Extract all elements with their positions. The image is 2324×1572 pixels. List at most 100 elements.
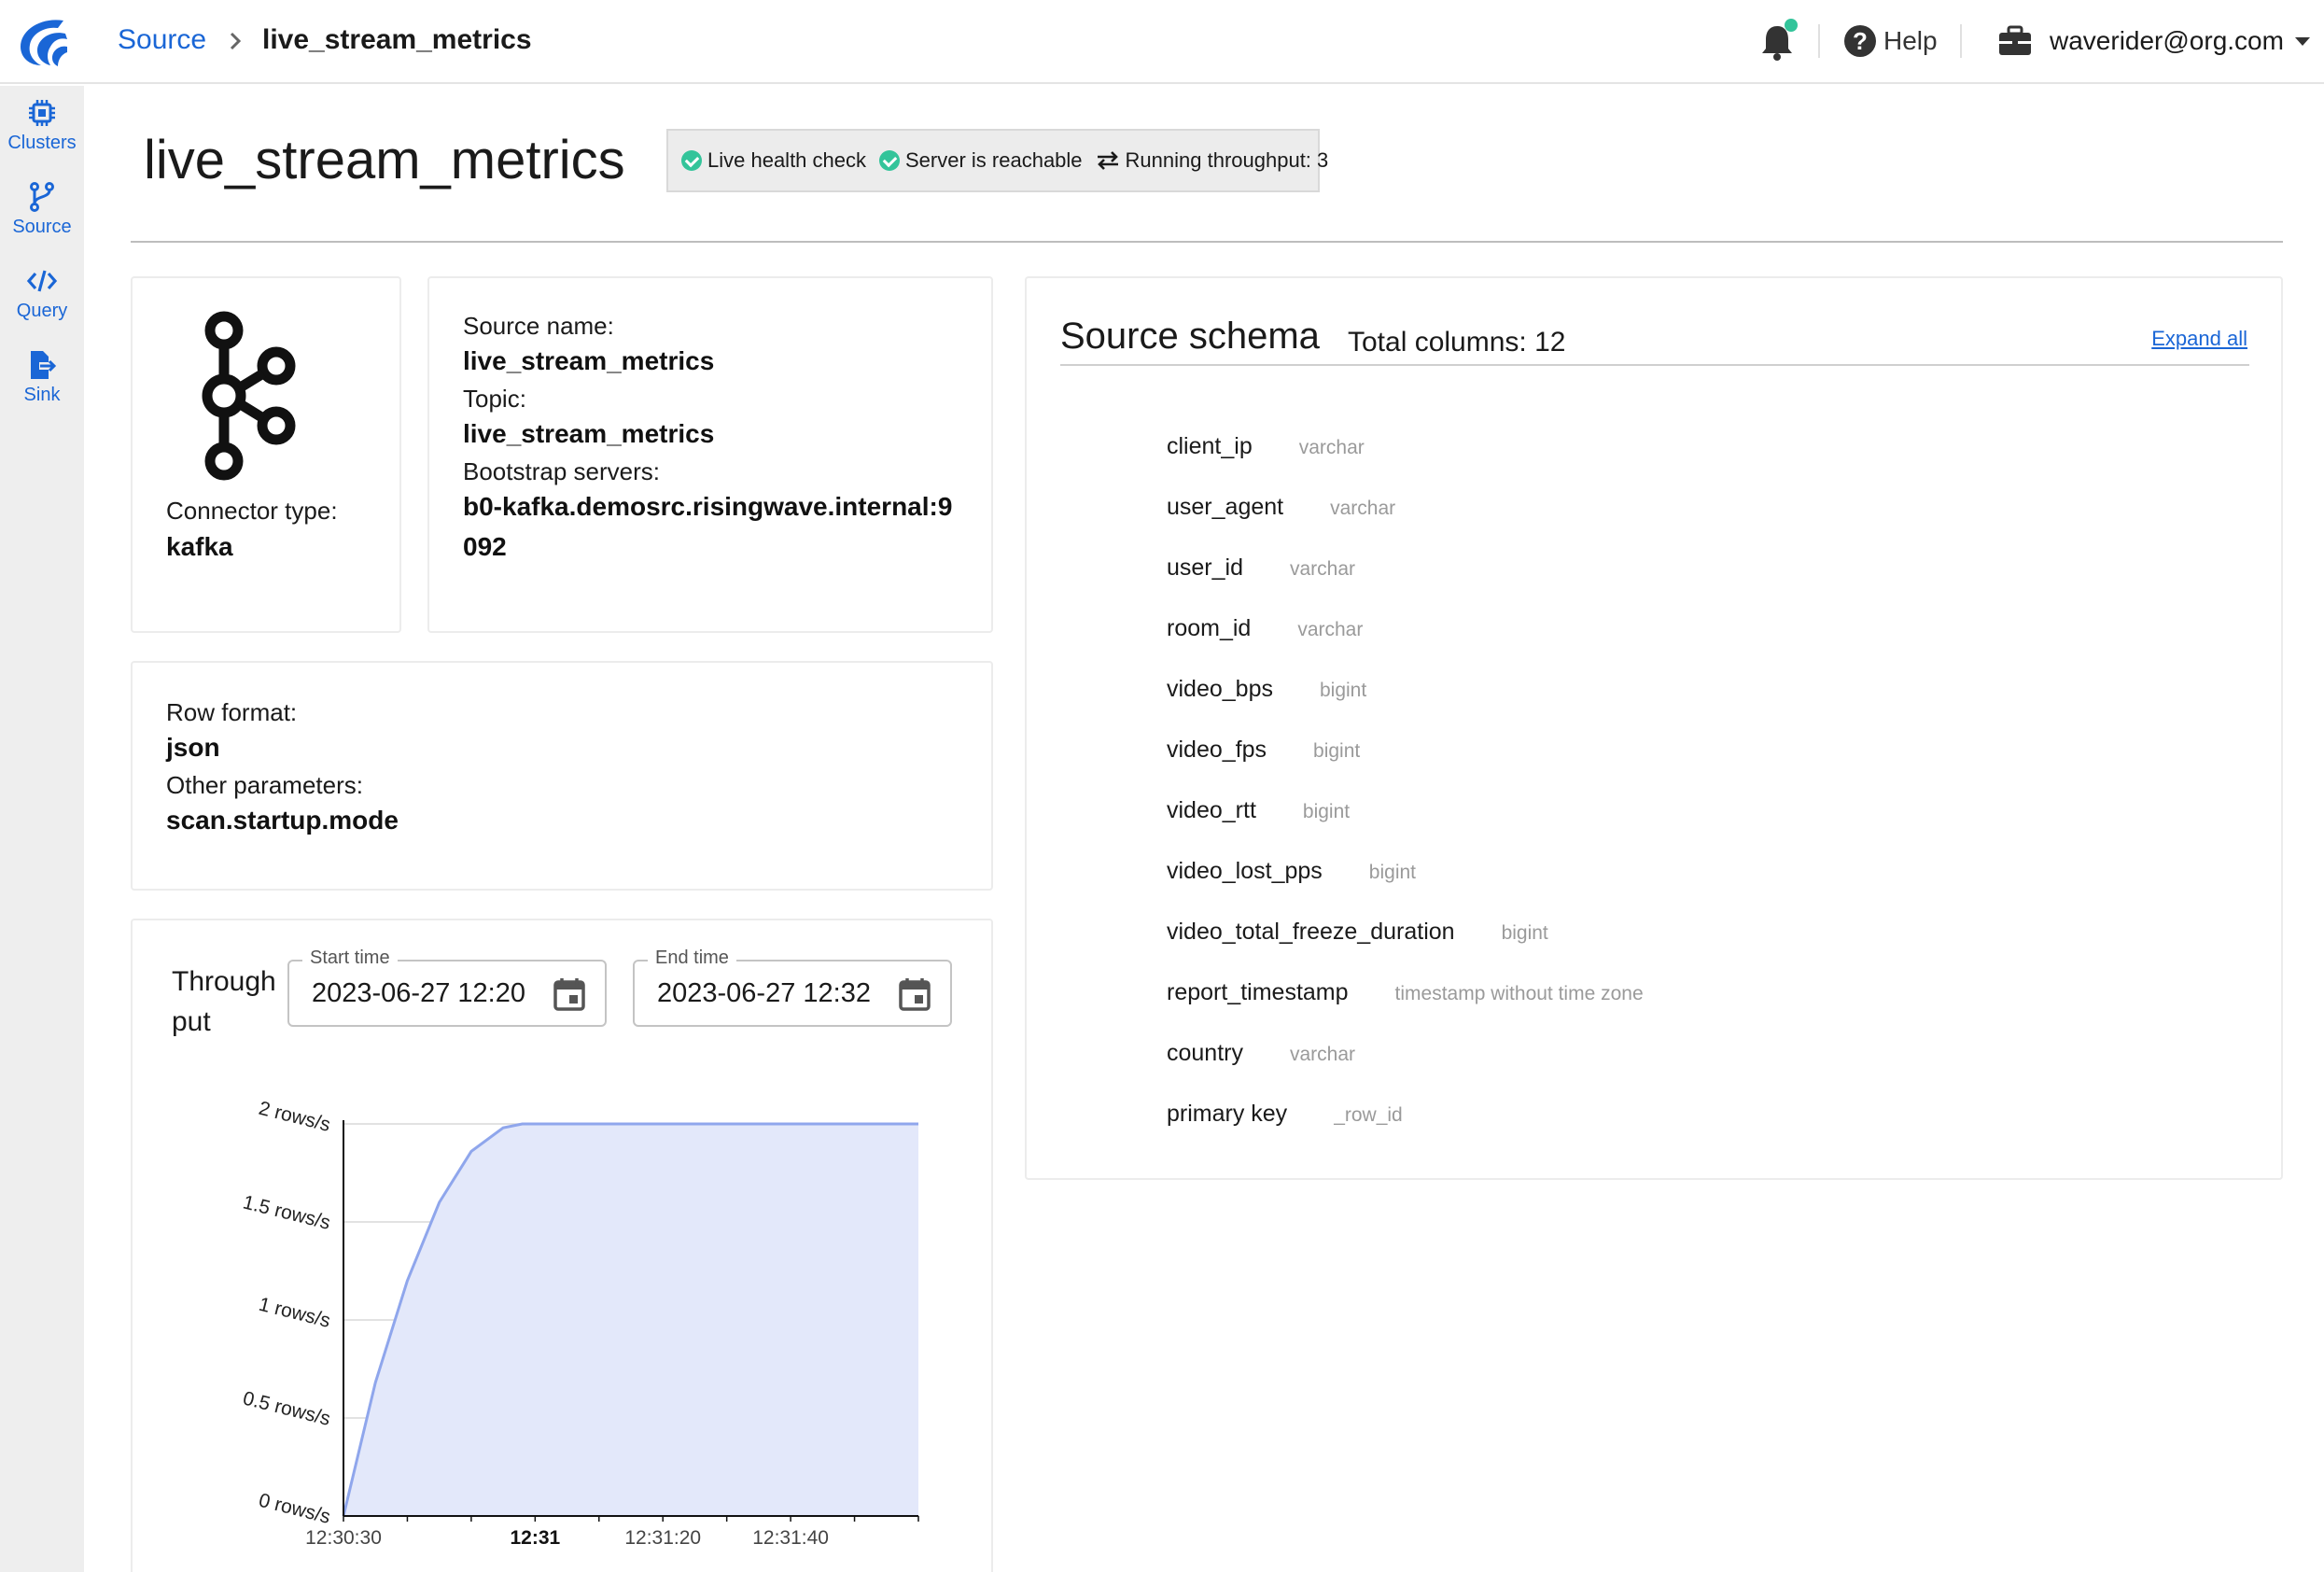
source-name-value: live_stream_metrics <box>463 346 715 375</box>
breadcrumb-source-link[interactable]: Source <box>118 24 206 56</box>
sidebar-item-query[interactable]: Query <box>0 265 84 336</box>
schema-row[interactable]: report_timestamp timestamp without time z… <box>1167 979 1644 1006</box>
column-name: video_bps <box>1167 676 1273 702</box>
row-format-label: Row format: <box>166 698 298 726</box>
account-email: waverider@org.com <box>2050 26 2284 55</box>
column-type: varchar <box>1330 498 1396 519</box>
bootstrap-servers-value-cont: 092 <box>463 532 507 561</box>
help-button[interactable]: ? Help <box>1844 22 1938 60</box>
source-name-label: Source name: <box>463 312 614 340</box>
throughput-label: Running throughput: 3 <box>1125 148 1329 172</box>
topic-label: Topic: <box>463 385 526 413</box>
schema-row[interactable]: video_rtt bigint <box>1167 797 1350 824</box>
sidebar-label: Source <box>12 217 72 237</box>
divider <box>1960 24 1962 58</box>
other-parameters-value: scan.startup.mode <box>166 806 399 835</box>
column-type: varchar <box>1289 1044 1356 1065</box>
top-bar: Source live_stream_metrics ? Help waveri… <box>0 0 2324 84</box>
caret-down-icon <box>2294 36 2310 46</box>
schema-row[interactable]: country varchar <box>1167 1040 1355 1067</box>
column-type: varchar <box>1298 437 1365 458</box>
code-icon <box>26 270 58 292</box>
schema-divider <box>1060 364 2249 366</box>
column-name: country <box>1167 1040 1243 1066</box>
server-reachable-label: Server is reachable <box>905 148 1083 172</box>
file-export-icon <box>31 351 57 379</box>
chart-y-tick-label: 1.5 rows/s <box>241 1191 332 1233</box>
chart-x-tick-label: 12:31:40 <box>752 1527 829 1549</box>
breadcrumb-current: live_stream_metrics <box>262 24 532 55</box>
chart-area <box>343 1124 918 1516</box>
schema-row[interactable]: user_id varchar <box>1167 554 1355 582</box>
sidebar-label: Query <box>16 301 68 321</box>
sidebar-label: Sink <box>23 385 61 405</box>
help-icon: ? <box>1844 25 1876 57</box>
schema-row[interactable]: video_fps bigint <box>1167 737 1360 764</box>
bootstrap-servers-value: b0-kafka.demosrc.risingwave.internal:9 <box>463 492 953 521</box>
column-name: report_timestamp <box>1167 979 1349 1005</box>
status-bar: Live health check Server is reachable Ru… <box>666 129 1328 192</box>
row-format-value: json <box>166 733 220 762</box>
connector-card: Connector type: kafka <box>131 276 401 633</box>
connector-type-label: Connector type: <box>166 497 338 525</box>
column-type: bigint <box>1319 680 1367 701</box>
health-check-label: Live health check <box>707 148 866 172</box>
bootstrap-servers-label: Bootstrap servers: <box>463 457 660 485</box>
branch-icon <box>30 182 54 212</box>
sidebar-item-clusters[interactable]: Clusters <box>0 97 84 168</box>
column-name: video_fps <box>1167 737 1267 763</box>
throughput-card: Through put Start time 2023-06-27 12:20 … <box>131 919 993 1572</box>
topic-value: live_stream_metrics <box>463 419 715 448</box>
chart-x-tick-label: 12:31:20 <box>624 1527 701 1549</box>
schema-row[interactable]: video_lost_pps bigint <box>1167 858 1416 885</box>
column-name: video_total_freeze_duration <box>1167 919 1455 945</box>
column-type: bigint <box>1368 862 1416 883</box>
column-name: video_rtt <box>1167 797 1256 823</box>
header-divider <box>131 241 2283 243</box>
column-name: client_ip <box>1167 433 1253 459</box>
column-type: timestamp without time zone <box>1394 983 1644 1004</box>
column-type: _row_id <box>1334 1104 1403 1126</box>
column-name: video_lost_pps <box>1167 858 1323 884</box>
schema-row[interactable]: primary key _row_id <box>1167 1101 1403 1128</box>
expand-all-link[interactable]: Expand all <box>2151 327 2247 351</box>
chevron-right-icon <box>230 32 242 50</box>
chart-y-tick-label: 0.5 rows/s <box>241 1387 332 1429</box>
chart-x-tick-label: 12:30:30 <box>305 1527 382 1549</box>
check-circle-icon <box>681 150 702 171</box>
column-type: bigint <box>1302 801 1351 822</box>
server-reachable-status: Server is reachable <box>879 148 1083 173</box>
divider <box>1818 24 1820 58</box>
page-title: live_stream_metrics <box>144 130 625 190</box>
sidebar-label: Clusters <box>7 133 77 153</box>
sidebar: Clusters Source Query Sink <box>0 86 84 1572</box>
chart-y-tick-label: 2 rows/s <box>257 1098 332 1136</box>
column-type: bigint <box>1501 922 1548 944</box>
other-parameters-label: Other parameters: <box>166 771 363 799</box>
help-label: Help <box>1883 26 1938 55</box>
sidebar-item-sink[interactable]: Sink <box>0 349 84 420</box>
schema-row[interactable]: room_id varchar <box>1167 615 1363 642</box>
column-type: varchar <box>1290 558 1356 580</box>
schema-row[interactable]: client_ip varchar <box>1167 433 1365 460</box>
risingwave-logo-icon[interactable] <box>13 15 69 67</box>
schema-row[interactable]: video_total_freeze_duration bigint <box>1167 919 1548 946</box>
chart-y-tick-label: 1 rows/s <box>257 1294 332 1332</box>
chart-y-tick-label: 0 rows/s <box>257 1490 332 1528</box>
kafka-logo-icon <box>202 311 296 481</box>
chart-x-tick-label: 12:31 <box>510 1527 560 1549</box>
schema-card: Source schema Total columns: 12 Expand a… <box>1025 276 2283 1180</box>
column-type: varchar <box>1297 619 1364 640</box>
column-name: primary key <box>1167 1101 1288 1127</box>
source-info-card: Source name: live_stream_metrics Topic: … <box>427 276 993 633</box>
throughput-status: Running throughput: 3 <box>1096 148 1329 173</box>
notification-dot <box>1785 19 1798 32</box>
schema-row[interactable]: video_bps bigint <box>1167 676 1366 703</box>
schema-row[interactable]: user_agent varchar <box>1167 494 1395 521</box>
swap-icon <box>1097 151 1118 170</box>
account-menu[interactable]: waverider@org.com <box>1997 21 2310 62</box>
sidebar-item-source[interactable]: Source <box>0 181 84 252</box>
column-type: bigint <box>1313 740 1361 762</box>
briefcase-icon <box>1999 25 2031 55</box>
health-check-status: Live health check <box>681 148 866 173</box>
